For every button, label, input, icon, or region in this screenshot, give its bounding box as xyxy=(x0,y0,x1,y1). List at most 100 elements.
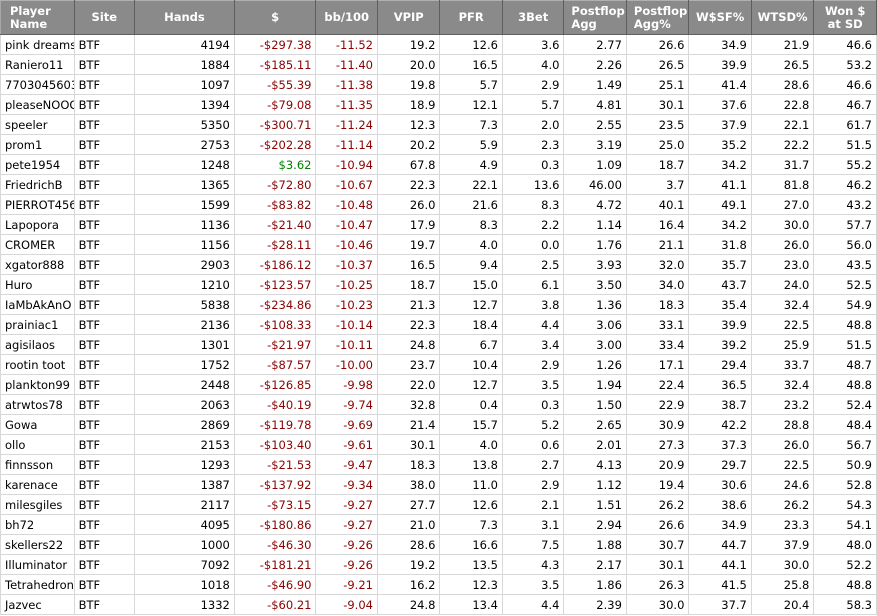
cell-hands: 2903 xyxy=(134,254,235,275)
cell-dollars: -$40.19 xyxy=(233,394,317,415)
cell-postflop-agg: 2.55 xyxy=(563,114,627,135)
cell-hands: 1156 xyxy=(134,234,235,255)
cell-site: BTF xyxy=(73,254,136,275)
table-row[interactable]: Raniero11 BTF 1884 -$185.11 -11.40 20.0 16.5 4.… xyxy=(0,54,877,75)
column-header-won-at-sd[interactable]: Won $ at SD xyxy=(813,0,877,35)
cell-player-name: milesgiles xyxy=(0,494,75,515)
column-header-pfr[interactable]: PFR xyxy=(439,0,503,35)
table-row[interactable]: Gowa BTF 2869 -$119.78 -9.69 21.4 15.7 5.2 2.65 3… xyxy=(0,414,877,435)
table-row[interactable]: Tetrahedron BTF 1018 -$46.90 -9.21 16.2 12.3 3.… xyxy=(0,574,877,595)
cell-hands: 2063 xyxy=(134,394,235,415)
column-header-vpip[interactable]: VPIP xyxy=(376,0,441,35)
table-row[interactable]: FriedrichB BTF 1365 -$72.80 -10.67 22.3 22.1 13… xyxy=(0,174,877,195)
cell-pfr: 12.6 xyxy=(439,494,503,515)
table-row[interactable]: pink dreams BTF 4194 -$297.38 -11.52 19.2 12.6… xyxy=(0,34,877,55)
table-row[interactable]: rootin toot BTF 1752 -$87.57 -10.00 23.7 10.4 2… xyxy=(0,354,877,375)
table-row[interactable]: atrwtos78 BTF 2063 -$40.19 -9.74 32.8 0.4 0.3 1.… xyxy=(0,394,877,415)
cell-wtsd: 28.8 xyxy=(750,414,815,435)
cell-wsf: 42.2 xyxy=(688,414,752,435)
cell-hands: 1301 xyxy=(134,334,235,355)
table-row[interactable]: milesgiles BTF 2117 -$73.15 -9.27 27.7 12.6 2.1… xyxy=(0,494,877,515)
cell-wsf: 34.9 xyxy=(688,34,752,55)
column-header-postflop-agg-pct[interactable]: Postflop Agg% xyxy=(625,0,690,35)
table-row[interactable]: Jazvec BTF 1332 -$60.21 -9.04 24.8 13.4 4.4 2.39… xyxy=(0,594,877,615)
cell-hands: 1884 xyxy=(134,54,235,75)
cell-dollars: -$119.78 xyxy=(233,414,317,435)
column-header-player-name[interactable]: Player Name xyxy=(0,0,75,35)
cell-wsf: 44.7 xyxy=(688,534,752,555)
table-row[interactable]: speeler BTF 5350 -$300.71 -11.24 12.3 7.3 2.0 2.… xyxy=(0,114,877,135)
table-row[interactable]: pleaseNOOO BTF 1394 -$79.08 -11.35 18.9 12.1 5.… xyxy=(0,94,877,115)
table-row[interactable]: karenace BTF 1387 -$137.92 -9.34 38.0 11.0 2.9 1… xyxy=(0,474,877,495)
cell-bb100: -10.47 xyxy=(315,214,378,235)
table-row[interactable]: bh72 BTF 4095 -$180.86 -9.27 21.0 7.3 3.1 2.94 26… xyxy=(0,514,877,535)
table-row[interactable]: 7703045603 BTF 1097 -$55.39 -11.38 19.8 5.7 2.9… xyxy=(0,74,877,95)
column-header-dollars[interactable]: $ xyxy=(233,0,317,35)
column-header-wtsd[interactable]: WTSD% xyxy=(750,0,815,35)
column-header-postflop-agg[interactable]: Postflop Agg xyxy=(563,0,627,35)
cell-postflop-agg-pct: 30.0 xyxy=(625,594,690,615)
cell-bb100: -10.23 xyxy=(315,294,378,315)
table-row[interactable]: Huro BTF 1210 -$123.57 -10.25 18.7 15.0 6.1 3.50… xyxy=(0,274,877,295)
cell-wsf: 39.9 xyxy=(688,314,752,335)
cell-postflop-agg-pct: 18.7 xyxy=(625,154,690,175)
table-row[interactable]: ollo BTF 2153 -$103.40 -9.61 30.1 4.0 0.6 2.01 27… xyxy=(0,434,877,455)
cell-won-at-sd: 54.9 xyxy=(813,294,877,315)
cell-dollars: -$46.90 xyxy=(233,574,317,595)
cell-bb100: -9.21 xyxy=(315,574,378,595)
cell-hands: 4194 xyxy=(134,34,235,55)
table-body: pink dreams BTF 4194 -$297.38 -11.52 19.2 12.6… xyxy=(0,34,877,615)
cell-bb100: -9.26 xyxy=(315,534,378,555)
cell-vpip: 23.7 xyxy=(376,354,441,375)
table-row[interactable]: PIERROT456 BTF 1599 -$83.82 -10.48 26.0 21.6 8.… xyxy=(0,194,877,215)
cell-dollars: -$21.97 xyxy=(233,334,317,355)
cell-postflop-agg: 3.93 xyxy=(563,254,627,275)
cell-site: BTF xyxy=(73,114,136,135)
table-row[interactable]: xgator888 BTF 2903 -$186.12 -10.37 16.5 9.4 2.5… xyxy=(0,254,877,275)
column-header-site[interactable]: Site xyxy=(73,0,136,35)
column-header-bb100[interactable]: bb/100 xyxy=(315,0,378,35)
column-header-3bet[interactable]: 3Bet xyxy=(501,0,565,35)
cell-wsf: 29.7 xyxy=(688,454,752,475)
cell-vpip: 67.8 xyxy=(376,154,441,175)
cell-pfr: 7.3 xyxy=(439,514,503,535)
column-header-hands[interactable]: Hands xyxy=(134,0,235,35)
table-row[interactable]: Lapopora BTF 1136 -$21.40 -10.47 17.9 8.3 2.2 1.… xyxy=(0,214,877,235)
cell-won-at-sd: 51.5 xyxy=(813,334,877,355)
cell-postflop-agg: 2.77 xyxy=(563,34,627,55)
cell-won-at-sd: 55.2 xyxy=(813,154,877,175)
cell-3bet: 2.0 xyxy=(501,114,565,135)
table-row[interactable]: plankton99 BTF 2448 -$126.85 -9.98 22.0 12.7 3.… xyxy=(0,374,877,395)
cell-won-at-sd: 50.9 xyxy=(813,454,877,475)
cell-wsf: 41.1 xyxy=(688,174,752,195)
cell-vpip: 24.8 xyxy=(376,334,441,355)
cell-won-at-sd: 48.8 xyxy=(813,314,877,335)
table-row[interactable]: pete1954 BTF 1248 $3.62 -10.94 67.8 4.9 0.3 1.09… xyxy=(0,154,877,175)
cell-dollars: -$21.53 xyxy=(233,454,317,475)
column-header-wsf[interactable]: W$SF% xyxy=(688,0,752,35)
cell-3bet: 0.0 xyxy=(501,234,565,255)
table-row[interactable]: IaMbAkAnO BTF 5838 -$234.86 -10.23 21.3 12.7 3.… xyxy=(0,294,877,315)
table-row[interactable]: skellers22 BTF 1000 -$46.30 -9.26 28.6 16.6 7.5… xyxy=(0,534,877,555)
cell-3bet: 13.6 xyxy=(501,174,565,195)
table-row[interactable]: prainiac1 BTF 2136 -$108.33 -10.14 22.3 18.4 4.… xyxy=(0,314,877,335)
table-row[interactable]: Illuminator BTF 7092 -$181.21 -9.26 19.2 13.5 4… xyxy=(0,554,877,575)
table-row[interactable]: finnsson BTF 1293 -$21.53 -9.47 18.3 13.8 2.7 4.… xyxy=(0,454,877,475)
table-row[interactable]: CROMER BTF 1156 -$28.11 -10.46 19.7 4.0 0.0 1.76… xyxy=(0,234,877,255)
table-row[interactable]: prom1 BTF 2753 -$202.28 -11.14 20.2 5.9 2.3 3.19… xyxy=(0,134,877,155)
cell-bb100: -10.11 xyxy=(315,334,378,355)
cell-bb100: -11.52 xyxy=(315,34,378,55)
cell-player-name: atrwtos78 xyxy=(0,394,75,415)
cell-vpip: 21.0 xyxy=(376,514,441,535)
cell-player-name: Huro xyxy=(0,274,75,295)
table-row[interactable]: agisilaos BTF 1301 -$21.97 -10.11 24.8 6.7 3.4 3… xyxy=(0,334,877,355)
cell-postflop-agg-pct: 23.5 xyxy=(625,114,690,135)
cell-postflop-agg: 3.19 xyxy=(563,134,627,155)
cell-3bet: 7.5 xyxy=(501,534,565,555)
cell-bb100: -11.24 xyxy=(315,114,378,135)
cell-wtsd: 32.4 xyxy=(750,374,815,395)
cell-vpip: 26.0 xyxy=(376,194,441,215)
cell-site: BTF xyxy=(73,34,136,55)
cell-dollars: -$185.11 xyxy=(233,54,317,75)
cell-won-at-sd: 54.1 xyxy=(813,514,877,535)
